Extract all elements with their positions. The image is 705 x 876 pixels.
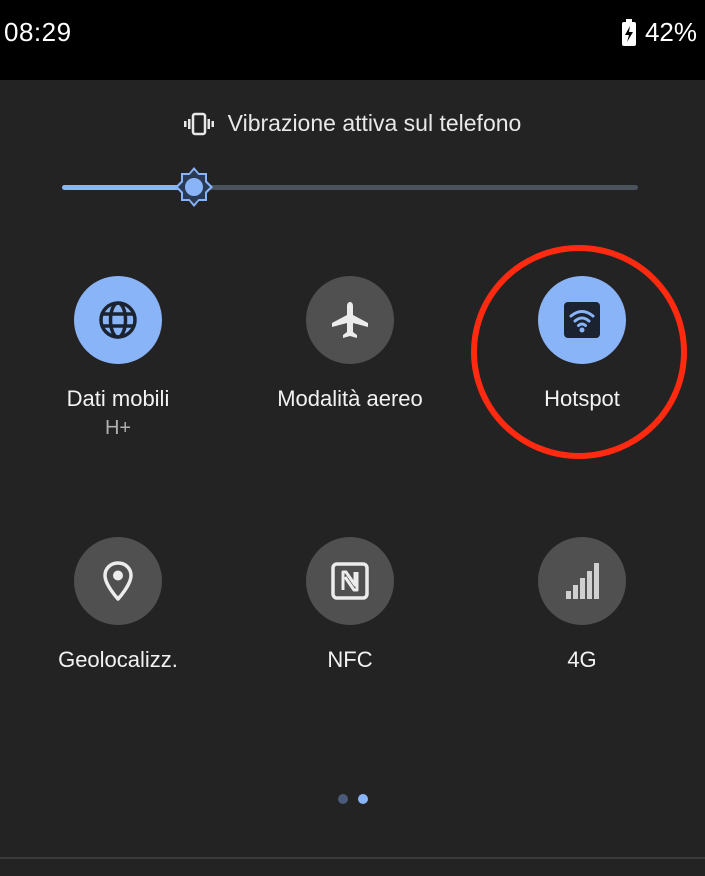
tile-airplane-mode[interactable]: Modalità aereo xyxy=(235,276,465,412)
quick-settings-panel: Vibrazione attiva sul telefono Dati mobi… xyxy=(0,80,705,876)
tile-mobile-data-label: Dati mobili xyxy=(66,386,170,411)
quick-settings-tiles: Dati mobili H+ Modalità aereo Hotspot Ge… xyxy=(0,80,705,876)
tile-4g-label: 4G xyxy=(567,647,597,672)
tile-airplane-mode-button[interactable] xyxy=(306,276,394,364)
signal-bars-icon xyxy=(560,559,604,603)
airplane-icon xyxy=(328,298,372,342)
nfc-icon xyxy=(330,561,370,601)
panel-bottom-divider xyxy=(0,857,705,859)
status-right-group: 42% xyxy=(621,17,697,48)
tile-location-label: Geolocalizz. xyxy=(58,647,178,672)
globe-icon xyxy=(96,298,140,342)
battery-percentage: 42% xyxy=(644,17,697,47)
tile-location-button[interactable] xyxy=(74,537,162,625)
tile-mobile-data[interactable]: Dati mobili H+ xyxy=(3,276,233,440)
page-dot-2[interactable] xyxy=(357,794,368,804)
tile-nfc[interactable]: NFC xyxy=(235,537,465,673)
location-pin-icon xyxy=(96,559,140,603)
hotspot-icon xyxy=(562,300,602,340)
tile-hotspot[interactable]: Hotspot xyxy=(467,276,697,412)
status-time: 08:29 xyxy=(4,17,72,47)
tile-mobile-data-button[interactable] xyxy=(74,276,162,364)
page-dot-1[interactable] xyxy=(337,794,348,804)
tile-hotspot-button[interactable] xyxy=(538,276,626,364)
tile-location[interactable]: Geolocalizz. xyxy=(3,537,233,673)
tile-4g[interactable]: 4G xyxy=(467,537,697,673)
battery-charging-icon xyxy=(621,18,637,47)
tile-hotspot-label: Hotspot xyxy=(544,386,620,411)
tile-mobile-data-sublabel: H+ xyxy=(104,417,132,439)
page-indicator xyxy=(0,794,705,804)
phone-screen: 08:29 42% Vibrazione attiva sul telefono… xyxy=(0,0,705,876)
status-bar: 08:29 42% xyxy=(0,0,705,80)
tile-4g-button[interactable] xyxy=(538,537,626,625)
tile-nfc-button[interactable] xyxy=(306,537,394,625)
tile-nfc-label: NFC xyxy=(327,647,373,672)
tile-airplane-mode-label: Modalità aereo xyxy=(277,386,423,411)
